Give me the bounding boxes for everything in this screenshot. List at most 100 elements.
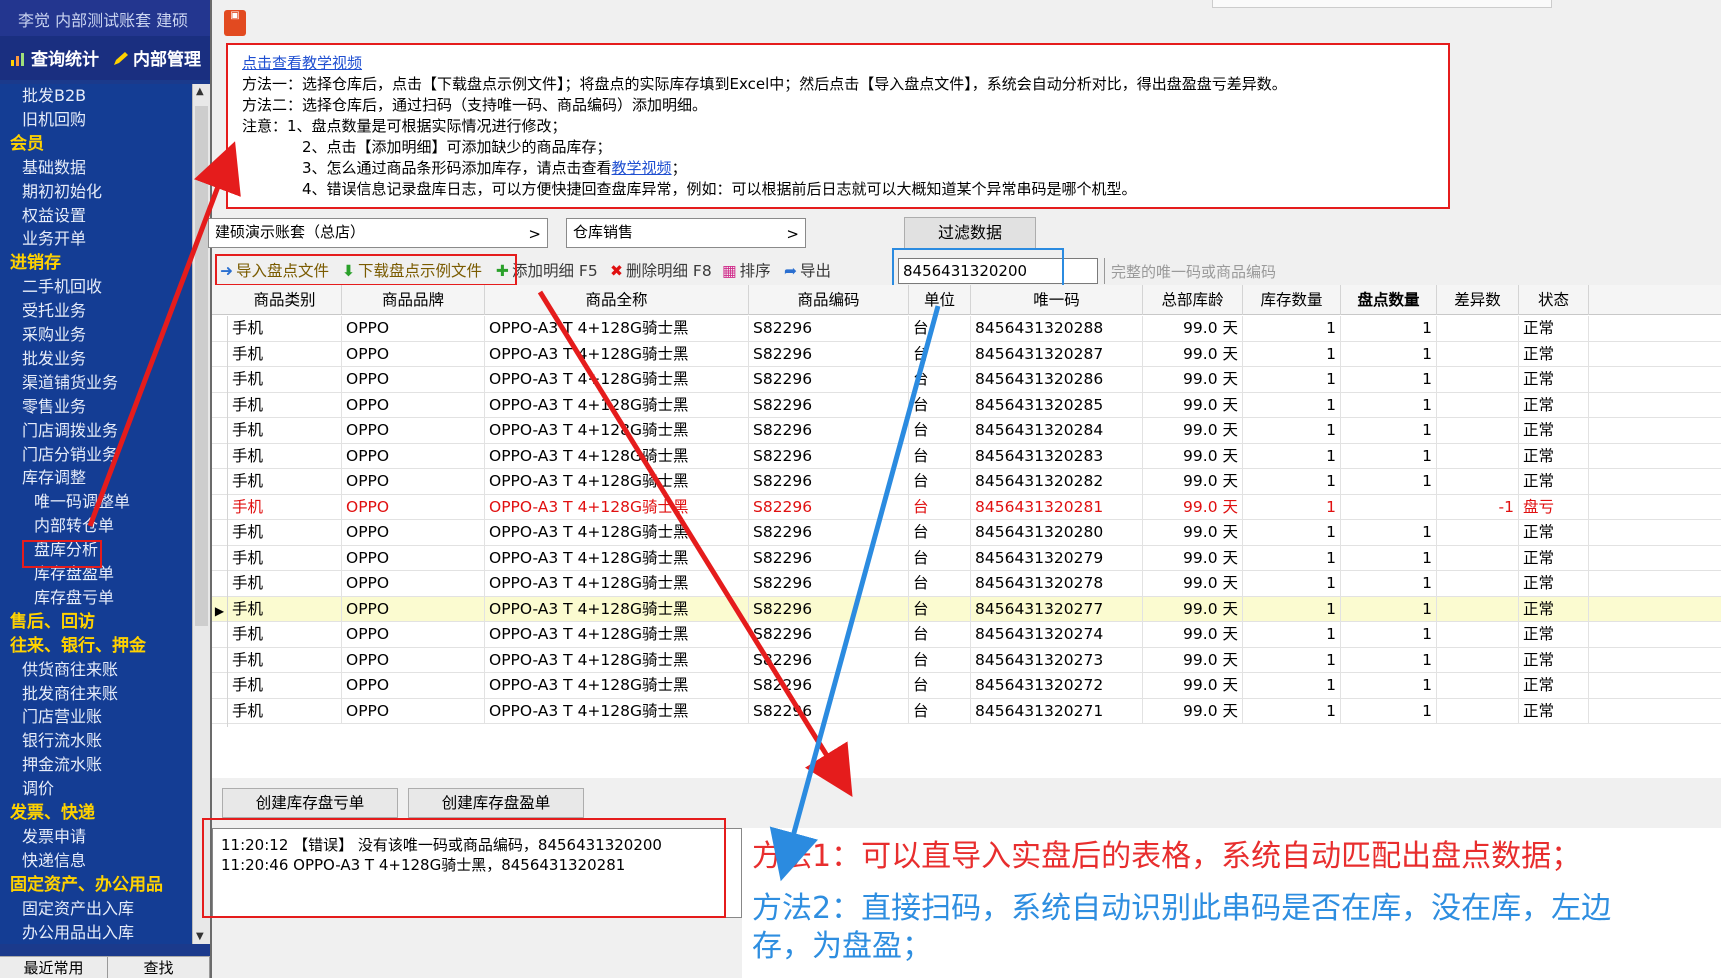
tutorial-video-link[interactable]: 点击查看教学视频	[242, 54, 362, 72]
table-row[interactable]: 手机 OPPO OPPO-A3 T 4+128G骑士黑 S82296 台 84564313…	[212, 316, 1721, 344]
cell-count[interactable]: 1	[1341, 443, 1437, 469]
column-header[interactable]: 总部库龄	[1143, 285, 1243, 315]
scroll-up-icon[interactable]: ▲	[196, 86, 204, 97]
sidebar-item[interactable]: 门店调拨业务	[22, 419, 118, 443]
row-selector[interactable]	[212, 673, 228, 701]
sidebar-item[interactable]: 库存调整	[22, 466, 86, 490]
row-selector[interactable]	[212, 520, 228, 548]
sidebar-item[interactable]: 银行流水账	[22, 729, 102, 753]
cell-count[interactable]: 1	[1341, 647, 1437, 673]
table-row[interactable]: 手机 OPPO OPPO-A3 T 4+128G骑士黑 S82296 台 84564313…	[212, 443, 1721, 472]
column-header[interactable]: 商品品牌	[342, 285, 485, 315]
table-row[interactable]: 手机 OPPO OPPO-A3 T 4+128G骑士黑 S82296 台 84564313…	[212, 571, 1721, 599]
row-selector[interactable]	[212, 545, 228, 574]
sidebar-item[interactable]: 批发业务	[22, 347, 86, 371]
sidebar-item[interactable]: 批发商往来账	[22, 682, 118, 706]
table-row[interactable]: 手机 OPPO OPPO-A3 T 4+128G骑士黑 S82296 台 84564313…	[212, 392, 1721, 421]
create-gain-order-button[interactable]: 创建库存盘盈单	[408, 788, 584, 818]
row-selector[interactable]	[212, 494, 228, 523]
export-button[interactable]: ➦ 导出	[784, 259, 831, 281]
column-header[interactable]: 商品类别	[228, 285, 342, 315]
cell-count[interactable]: 1	[1341, 571, 1437, 597]
sidebar-item[interactable]: 门店营业账	[22, 705, 102, 729]
table-row[interactable]: ▶ 手机 OPPO OPPO-A3 T 4+128G骑士黑 S82296 台 8456431…	[212, 596, 1721, 625]
row-selector[interactable]	[212, 469, 228, 497]
cell-count[interactable]: 1	[1341, 622, 1437, 648]
cell-count[interactable]: 1	[1341, 341, 1437, 367]
sidebar-item[interactable]: 基础数据	[22, 156, 86, 180]
cell-count[interactable]: 1	[1341, 392, 1437, 418]
cell-count[interactable]: 1	[1341, 545, 1437, 571]
sidebar-item[interactable]: 权益设置	[22, 204, 86, 228]
column-header[interactable]: 商品全称	[485, 285, 749, 315]
sidebar-item[interactable]: 内部转仓单	[34, 514, 114, 538]
sidebar-item[interactable]: 旧机回购	[22, 108, 86, 132]
sidebar-item[interactable]: 固定资产出入库	[22, 897, 134, 921]
table-row[interactable]: 手机 OPPO OPPO-A3 T 4+128G骑士黑 S82296 台 84564313…	[212, 341, 1721, 370]
row-selector[interactable]	[212, 622, 228, 650]
cell-count[interactable]	[1341, 494, 1437, 520]
row-selector[interactable]	[212, 316, 228, 344]
filter-data-button[interactable]: 过滤数据	[904, 217, 1036, 249]
row-selector[interactable]	[212, 418, 228, 446]
cell-count[interactable]: 1	[1341, 367, 1437, 393]
sidebar-item[interactable]: 库存盘亏单	[34, 586, 114, 610]
find-button[interactable]: 查找	[108, 957, 210, 978]
table-row[interactable]: 手机 OPPO OPPO-A3 T 4+128G骑士黑 S82296 台 84564313…	[212, 418, 1721, 446]
sidebar-item[interactable]: 供货商往来账	[22, 658, 118, 682]
table-row[interactable]: 手机 OPPO OPPO-A3 T 4+128G骑士黑 S82296 台 84564313…	[212, 545, 1721, 574]
column-header[interactable]: 差异数	[1437, 285, 1519, 315]
sidebar-item[interactable]: 办公用品出入库	[22, 921, 134, 945]
table-row[interactable]: 手机 OPPO OPPO-A3 T 4+128G骑士黑 S82296 台 84564313…	[212, 494, 1721, 523]
recent-used-button[interactable]: 最近常用	[0, 957, 108, 978]
column-header[interactable]: 商品编码	[749, 285, 909, 315]
row-selector[interactable]	[212, 571, 228, 599]
sidebar-item[interactable]: 唯一码调整单	[34, 490, 130, 514]
sidebar-item[interactable]: 采购业务	[22, 323, 86, 347]
row-selector[interactable]	[212, 392, 228, 421]
cell-count[interactable]: 1	[1341, 469, 1437, 495]
column-header[interactable]: 状态	[1519, 285, 1589, 315]
cell-count[interactable]: 1	[1341, 316, 1437, 342]
table-row[interactable]: 手机 OPPO OPPO-A3 T 4+128G骑士黑 S82296 台 84564313…	[212, 469, 1721, 497]
table-row[interactable]: 手机 OPPO OPPO-A3 T 4+128G骑士黑 S82296 台 84564313…	[212, 647, 1721, 676]
table-row[interactable]: 手机 OPPO OPPO-A3 T 4+128G骑士黑 S82296 台 84564313…	[212, 698, 1721, 727]
table-row[interactable]: 手机 OPPO OPPO-A3 T 4+128G骑士黑 S82296 台 84564313…	[212, 673, 1721, 701]
sidebar-item[interactable]: 受托业务	[22, 299, 86, 323]
current-row-indicator-icon[interactable]: ▶	[212, 596, 228, 625]
sidebar-item[interactable]: 调价	[22, 777, 54, 801]
tab-internal-mgmt[interactable]: 内部管理	[112, 45, 201, 70]
sidebar-item[interactable]: 业务开单	[22, 227, 86, 251]
cell-count[interactable]: 1	[1341, 418, 1437, 444]
sidebar-item[interactable]: 零售业务	[22, 395, 86, 419]
scroll-down-icon[interactable]: ▼	[196, 931, 204, 942]
warehouse-select[interactable]: 仓库销售 >	[566, 218, 806, 248]
row-selector[interactable]	[212, 698, 228, 727]
scroll-thumb[interactable]	[195, 106, 208, 626]
sidebar-item[interactable]: 期初初始化	[22, 180, 102, 204]
sidebar-scrollbar[interactable]: ▲ ▼	[192, 84, 210, 944]
sidebar-item[interactable]: 快递信息	[22, 849, 86, 873]
column-header[interactable]: 唯一码	[971, 285, 1143, 315]
row-selector[interactable]	[212, 367, 228, 395]
cell-count[interactable]: 1	[1341, 698, 1437, 724]
row-selector[interactable]	[212, 443, 228, 472]
table-row[interactable]: 手机 OPPO OPPO-A3 T 4+128G骑士黑 S82296 台 84564313…	[212, 367, 1721, 395]
tab-query-stats[interactable]: 查询统计	[10, 45, 99, 70]
barcode-tutorial-link[interactable]: 教学视频	[612, 159, 672, 177]
column-header[interactable]: 盘点数量	[1341, 285, 1437, 315]
sidebar-item[interactable]: 二手机回收	[22, 275, 102, 299]
sidebar-item[interactable]: 发票申请	[22, 825, 86, 849]
sort-button[interactable]: ▦ 排序	[722, 259, 771, 281]
cell-count[interactable]: 1	[1341, 673, 1437, 699]
table-row[interactable]: 手机 OPPO OPPO-A3 T 4+128G骑士黑 S82296 台 84564313…	[212, 520, 1721, 548]
table-row[interactable]: 手机 OPPO OPPO-A3 T 4+128G骑士黑 S82296 台 84564313…	[212, 622, 1721, 650]
row-selector[interactable]	[212, 647, 228, 676]
delete-detail-button[interactable]: ✖ 删除明细 F8	[610, 259, 712, 281]
sidebar-item[interactable]: 渠道铺货业务	[22, 371, 118, 395]
row-selector[interactable]	[212, 341, 228, 370]
sidebar-item[interactable]: 押金流水账	[22, 753, 102, 777]
cell-count[interactable]: 1	[1341, 520, 1437, 546]
cell-count[interactable]: 1	[1341, 596, 1437, 622]
account-set-select[interactable]: 建硕演示账套（总店） >	[208, 218, 548, 248]
